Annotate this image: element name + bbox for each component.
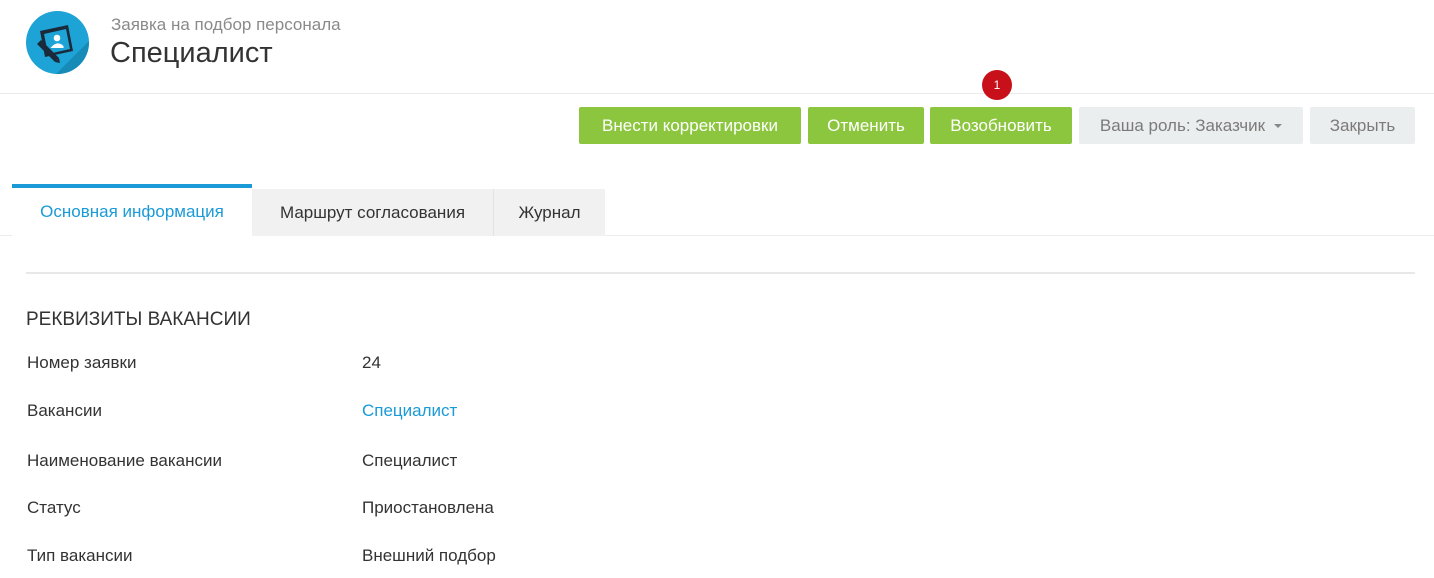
close-button[interactable]: Закрыть [1310, 107, 1415, 144]
page-subtitle: Заявка на подбор персонала [111, 15, 341, 34]
field-label-vacancy-type: Тип вакансии [27, 546, 133, 565]
resume-button[interactable]: Возобновить [930, 107, 1072, 144]
section-divider [26, 272, 1415, 274]
field-value-vacancy-name: Специалист [362, 451, 458, 470]
recruitment-request-icon [26, 11, 89, 74]
page-header: Заявка на подбор персонала Специалист [0, 0, 1434, 94]
field-label-status: Статус [27, 498, 81, 517]
tab-approval-route[interactable]: Маршрут согласования [252, 189, 494, 236]
field-label-request-number: Номер заявки [27, 353, 137, 372]
field-label-vacancy-name: Наименование вакансии [27, 451, 223, 470]
make-corrections-button[interactable]: Внести корректировки [579, 107, 801, 144]
field-label-vacancies: Вакансии [27, 401, 102, 420]
tab-journal[interactable]: Журнал [494, 189, 605, 236]
section-title: РЕКВИЗИТЫ ВАКАНСИИ [26, 309, 251, 330]
role-dropdown[interactable]: Ваша роль: Заказчик [1079, 107, 1303, 144]
role-label: Ваша роль: Заказчик [1099, 115, 1266, 135]
tab-main-info[interactable]: Основная информация [12, 184, 252, 236]
vacancy-link[interactable]: Специалист [362, 401, 457, 421]
caret-down-icon [1274, 124, 1283, 128]
field-value-request-number: 24 [362, 353, 381, 372]
field-value-status: Приостановлена [362, 498, 494, 517]
field-value-vacancy-type: Внешний подбор [362, 546, 496, 565]
page-title: Специалист [110, 37, 273, 69]
notification-badge: 1 [982, 70, 1012, 100]
cancel-button[interactable]: Отменить [808, 107, 924, 144]
